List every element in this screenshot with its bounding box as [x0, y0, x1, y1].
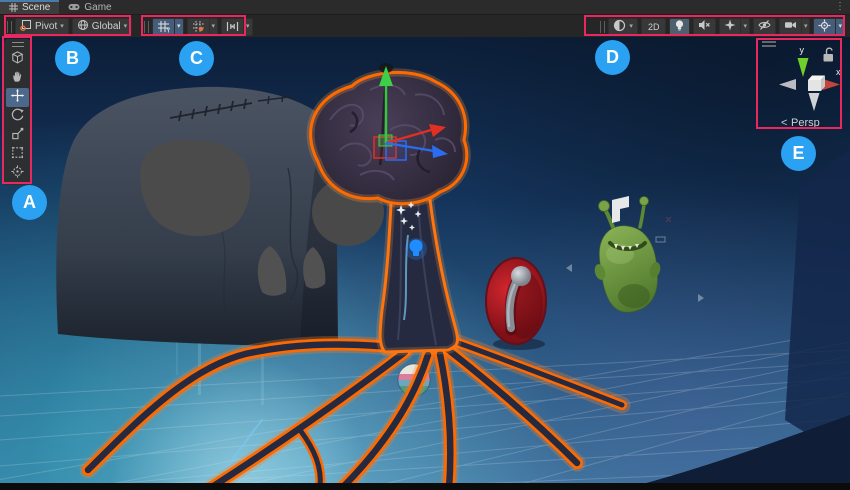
draw-mode-dropdown[interactable]: ▾	[608, 18, 638, 36]
transform-settings-group: Pivot ▾ Global ▾	[7, 15, 132, 38]
snap-increment-dropdown[interactable]: ▾	[243, 18, 253, 36]
globe-icon	[77, 19, 89, 34]
speaker-muted-icon	[698, 19, 711, 34]
effects-toggle[interactable]	[719, 18, 740, 36]
chevron-down-icon: ▾	[629, 23, 633, 30]
chevron-down-icon: ▾	[838, 23, 842, 30]
scene-grid-icon	[9, 3, 18, 12]
axis-x-label: x	[836, 67, 841, 77]
chevron-down-icon: ▾	[804, 23, 808, 30]
scene-visibility-toggle[interactable]	[753, 18, 776, 36]
gizmos-dropdown[interactable]: ▾	[835, 18, 845, 36]
gizmo-cube-front	[808, 80, 821, 91]
light-gizmo-icon[interactable]	[405, 238, 427, 260]
tools-overlay	[4, 39, 31, 185]
unlock-icon[interactable]	[824, 48, 834, 61]
scale-icon	[10, 126, 25, 146]
grid-snapping-dropdown[interactable]: ▾	[209, 18, 219, 36]
cube-tool-button[interactable]	[6, 50, 29, 69]
tab-options-kebab-icon[interactable]: ⋮	[830, 0, 850, 14]
overlay-drag-handle[interactable]	[762, 42, 776, 46]
persp-collapse-arrow: <	[781, 117, 787, 129]
global-mode-dropdown[interactable]: Global ▾	[72, 18, 132, 36]
camera-icon	[784, 19, 797, 34]
axis-cone-left	[779, 79, 796, 90]
effects-star-icon	[724, 19, 736, 34]
eye-hidden-icon	[758, 19, 771, 34]
grid-axis-button[interactable]: Y	[152, 18, 174, 36]
snap-increment-button[interactable]	[221, 18, 243, 36]
chevron-down-icon: ▾	[743, 23, 747, 30]
camera-settings-button[interactable]	[779, 18, 801, 36]
axis-y-label: y	[800, 45, 805, 55]
gamepad-icon	[68, 3, 80, 11]
cube-icon	[10, 50, 25, 70]
view-options-group: ▾ 2D ▾ ▾	[600, 15, 845, 38]
grid-snapping-button[interactable]	[187, 18, 209, 36]
move-tool-button[interactable]	[6, 88, 29, 107]
axis-cone-down	[809, 93, 820, 111]
transform-tool-button[interactable]	[6, 164, 29, 183]
unity-scene-view: Scene Game ⋮ Pivot ▾ Global ▾	[0, 0, 850, 490]
chevron-down-icon: ▾	[60, 23, 64, 30]
tab-bar: Scene Game ⋮	[0, 0, 850, 14]
scale-tool-button[interactable]	[6, 126, 29, 145]
transform-icon	[10, 164, 25, 184]
hand-icon	[10, 69, 25, 89]
overlay-drag-handle[interactable]	[7, 21, 12, 33]
gizmos-icon	[818, 19, 831, 35]
camera-settings-dropdown[interactable]: ▾	[801, 18, 811, 36]
axis-cone-x	[823, 79, 840, 90]
light-bulb-icon	[674, 19, 685, 35]
scene-toolbar: Pivot ▾ Global ▾ Y ▾ ▾	[0, 14, 850, 37]
grid-axis-dropdown[interactable]: ▾	[174, 18, 184, 36]
tab-scene[interactable]: Scene	[0, 0, 59, 14]
orientation-gizmo-overlay[interactable]: y x < Persp	[756, 38, 842, 130]
global-label: Global	[92, 21, 121, 32]
chevron-down-icon: ▾	[124, 23, 128, 30]
chevron-down-icon: ▾	[246, 23, 250, 30]
shaded-sphere-icon	[613, 19, 626, 35]
overlay-drag-handle[interactable]	[12, 42, 24, 47]
effects-dropdown[interactable]: ▾	[740, 18, 750, 36]
tab-game[interactable]: Game	[59, 0, 120, 14]
2d-label: 2D	[646, 22, 662, 32]
rotate-tool-button[interactable]	[6, 107, 29, 126]
overlay-drag-handle[interactable]	[600, 21, 605, 33]
pivot-icon	[20, 19, 32, 34]
axis-cone-y	[798, 58, 809, 77]
tab-scene-label: Scene	[22, 2, 50, 13]
scene-render	[0, 37, 850, 490]
pivot-label: Pivot	[35, 21, 57, 32]
grid-snap-group: Y ▾ ▾ ▾	[144, 15, 253, 38]
projection-toggle[interactable]: < Persp	[781, 117, 820, 129]
rotate-icon	[10, 107, 25, 127]
pivot-mode-dropdown[interactable]: Pivot ▾	[15, 18, 69, 36]
gizmos-toggle[interactable]	[813, 18, 835, 36]
chevron-down-icon: ▾	[212, 23, 216, 30]
rect-tool-button[interactable]	[6, 145, 29, 164]
lighting-toggle[interactable]	[669, 18, 690, 36]
tab-game-label: Game	[84, 2, 111, 13]
chevron-down-icon: ▾	[177, 23, 181, 30]
view-hand-tool-button[interactable]	[6, 69, 29, 88]
rect-icon	[10, 145, 25, 165]
scene-viewport[interactable]: y x < Persp	[0, 37, 850, 490]
svg-text:Y: Y	[166, 28, 170, 34]
2d-toggle[interactable]: 2D	[641, 18, 667, 36]
overlay-drag-handle[interactable]	[144, 21, 149, 33]
persp-label: Persp	[791, 117, 820, 129]
move-icon	[10, 88, 25, 108]
bottom-bar	[0, 483, 850, 490]
audio-mute-toggle[interactable]	[693, 18, 716, 36]
